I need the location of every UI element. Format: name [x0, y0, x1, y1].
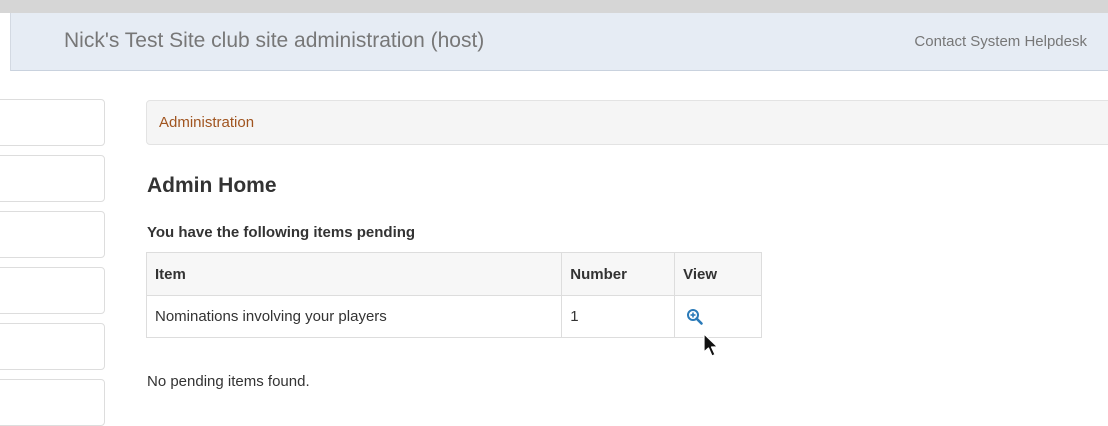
column-header-item: Item	[145, 252, 563, 296]
column-header-view: View	[674, 252, 762, 296]
sidebar-item[interactable]	[0, 99, 105, 146]
breadcrumb: Administration	[146, 100, 1108, 145]
cell-item: Nominations involving your players	[145, 295, 563, 338]
cell-view	[674, 295, 762, 338]
contact-helpdesk-link[interactable]: Contact System Helpdesk	[914, 33, 1087, 50]
top-navbar: Nick's Test Site club site administratio…	[10, 13, 1108, 71]
sidebar-item[interactable]	[0, 323, 105, 370]
browser-top-strip	[0, 0, 1108, 13]
view-button[interactable]	[686, 308, 704, 326]
sidebar-item[interactable]	[0, 211, 105, 258]
breadcrumb-item-administration[interactable]: Administration	[159, 114, 254, 131]
table-row: Nominations involving your players 1	[145, 295, 762, 338]
sidebar-item[interactable]	[0, 155, 105, 202]
sidebar-item[interactable]	[0, 267, 105, 314]
column-header-number: Number	[561, 252, 676, 296]
sidebar-item[interactable]	[0, 379, 105, 426]
no-pending-items-message: No pending items found.	[147, 373, 310, 390]
pending-items-heading: You have the following items pending	[147, 224, 416, 241]
pending-items-table: Item Number View Nominations involving y…	[145, 252, 762, 338]
zoom-in-icon	[687, 308, 703, 325]
cell-number: 1	[561, 295, 676, 338]
table-header-row: Item Number View	[145, 252, 762, 296]
site-title[interactable]: Nick's Test Site club site administratio…	[64, 29, 484, 53]
page-title: Admin Home	[147, 174, 277, 197]
